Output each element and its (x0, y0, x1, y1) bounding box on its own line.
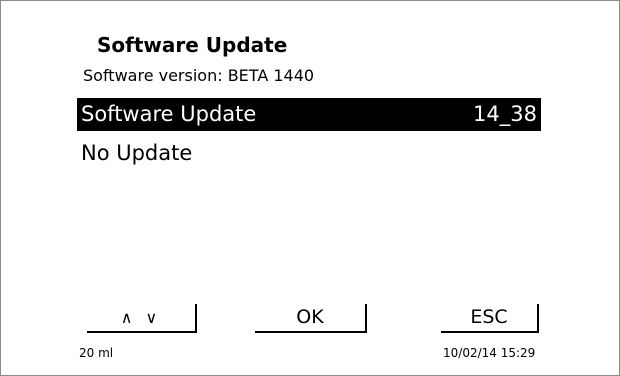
page-title: Software Update (97, 33, 288, 57)
esc-softkey[interactable]: ESC (441, 304, 539, 333)
software-version-label: Software version: BETA 1440 (83, 66, 315, 85)
menu-item-no-update[interactable]: No Update (77, 137, 541, 170)
menu-item-value: 14_38 (473, 102, 537, 126)
volume-status: 20 ml (79, 346, 114, 360)
up-down-softkey[interactable]: ∧ ∨ (87, 304, 197, 333)
menu-item-software-update[interactable]: Software Update 14_38 (77, 98, 541, 131)
menu-item-label: No Update (81, 141, 193, 165)
menu-item-label: Software Update (81, 102, 257, 126)
datetime-status: 10/02/14 15:29 (443, 346, 536, 360)
ok-softkey[interactable]: OK (255, 304, 367, 333)
device-screen: Software Update Software version: BETA 1… (0, 0, 620, 376)
